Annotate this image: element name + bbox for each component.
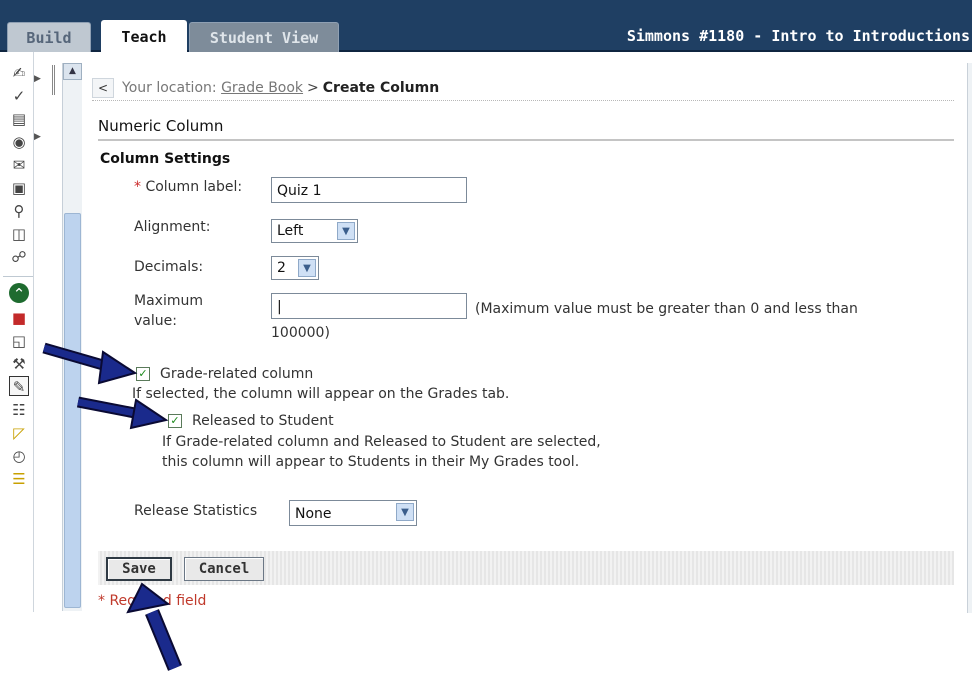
pages-icon[interactable]: ◱ [9,330,29,350]
expand-caret-icon[interactable]: ▶ [34,74,41,84]
column-label-input[interactable]: Quiz 1 [271,177,467,203]
released-to-student-label: Released to Student [192,413,334,429]
tools-icon[interactable]: ⚒ [9,353,29,373]
required-star: * [134,179,141,195]
column-label-label: * Column label: [134,179,242,195]
back-button[interactable]: < [92,77,114,98]
breadcrumb-link-grade-book[interactable]: Grade Book [221,80,303,96]
discussion-icon[interactable]: ✍ [9,62,29,82]
pin-icon[interactable]: ✓ [9,85,29,105]
cancel-button[interactable]: Cancel [184,557,264,581]
list-icon[interactable]: ☰ [9,468,29,488]
released-to-student-checkbox[interactable]: ✓ [168,414,182,428]
release-statistics-value: None [295,506,332,522]
alignment-value: Left [277,223,304,239]
disc-icon[interactable]: ◉ [9,131,29,151]
tab-build[interactable]: Build [7,22,91,52]
copy-icon[interactable]: ◫ [9,223,29,243]
top-bar: Build Teach Student View Simmons #1180 -… [0,0,972,52]
scroll-thumb[interactable] [64,213,81,608]
decimals-value: 2 [277,260,286,276]
book-red-icon[interactable]: ■ [9,307,29,327]
decimals-select[interactable]: 2 ▼ [271,256,319,280]
resize-handle[interactable] [52,65,55,95]
release-statistics-select[interactable]: None ▼ [289,500,417,526]
chevron-down-icon[interactable]: ▼ [298,259,316,277]
released-help-line2: this column will appear to Students in t… [162,454,580,470]
alignment-label: Alignment: [134,219,211,235]
document-icon[interactable]: ▤ [9,108,29,128]
globe-page-icon[interactable]: ☍ [9,246,29,266]
mail-icon[interactable]: ✉ [9,154,29,174]
tool-strip: ✍ ✓ ▤ ◉ ✉ ▣ ⚲ ◫ ☍ ⌃ ■ ◱ ⚒ ✎ ☷ ◸ ◴ ☰ ▶ ▶ [0,52,41,612]
right-scroll-edge [967,63,972,613]
section-heading: Column Settings [100,151,231,167]
maximum-value-label-line1: Maximum [134,293,203,309]
grade-related-help: If selected, the column will appear on t… [132,386,510,402]
column-label-text: Column label: [145,179,243,195]
release-statistics-label: Release Statistics [134,503,258,519]
stack-icon[interactable]: ☷ [9,399,29,419]
breadcrumb-current: Create Column [322,79,440,96]
expand-caret-icon-2[interactable]: ▶ [34,132,41,142]
breadcrumb-prefix: Your location: [122,79,217,96]
chevron-down-icon[interactable]: ▼ [337,222,355,240]
file-icon[interactable]: ▣ [9,177,29,197]
tracking-icon[interactable]: ◴ [9,445,29,465]
maximum-value-hint: (Maximum value must be greater than 0 an… [475,301,858,317]
maximum-value-hint-cont: 100000) [271,325,330,341]
maximum-value-input[interactable]: | [271,293,467,319]
save-button[interactable]: Save [106,557,172,581]
tab-student-view[interactable]: Student View [189,22,339,52]
decimals-label: Decimals: [134,259,204,275]
alignment-select[interactable]: Left ▼ [271,219,358,243]
grade-related-checkbox[interactable]: ✓ [136,367,150,381]
maximum-value-label-line2: value: [134,313,177,329]
vertical-scrollbar[interactable]: ▲ [62,63,82,611]
chevron-down-icon[interactable]: ▼ [396,503,414,521]
button-bar: Save Cancel [98,551,954,585]
breadcrumb: < Your location: Grade Book > Create Col… [92,75,954,101]
required-field-note: * Required field [98,593,207,609]
page-title: Numeric Column [98,117,954,141]
tab-teach[interactable]: Teach [101,20,187,52]
course-title: Simmons #1180 - Intro to Introductions [626,27,970,45]
grade-related-label: Grade-related column [160,366,314,382]
collapse-up-icon[interactable]: ⌃ [9,283,29,303]
main-content: < Your location: Grade Book > Create Col… [86,63,972,615]
chart-icon[interactable]: ◸ [9,422,29,442]
scroll-up-icon[interactable]: ▲ [63,63,82,80]
breadcrumb-separator: > [307,79,319,96]
gradebook-icon[interactable]: ✎ [9,376,29,396]
tool-separator [3,276,33,277]
released-help-line1: If Grade-related column and Released to … [162,434,601,450]
search-icon[interactable]: ⚲ [9,200,29,220]
